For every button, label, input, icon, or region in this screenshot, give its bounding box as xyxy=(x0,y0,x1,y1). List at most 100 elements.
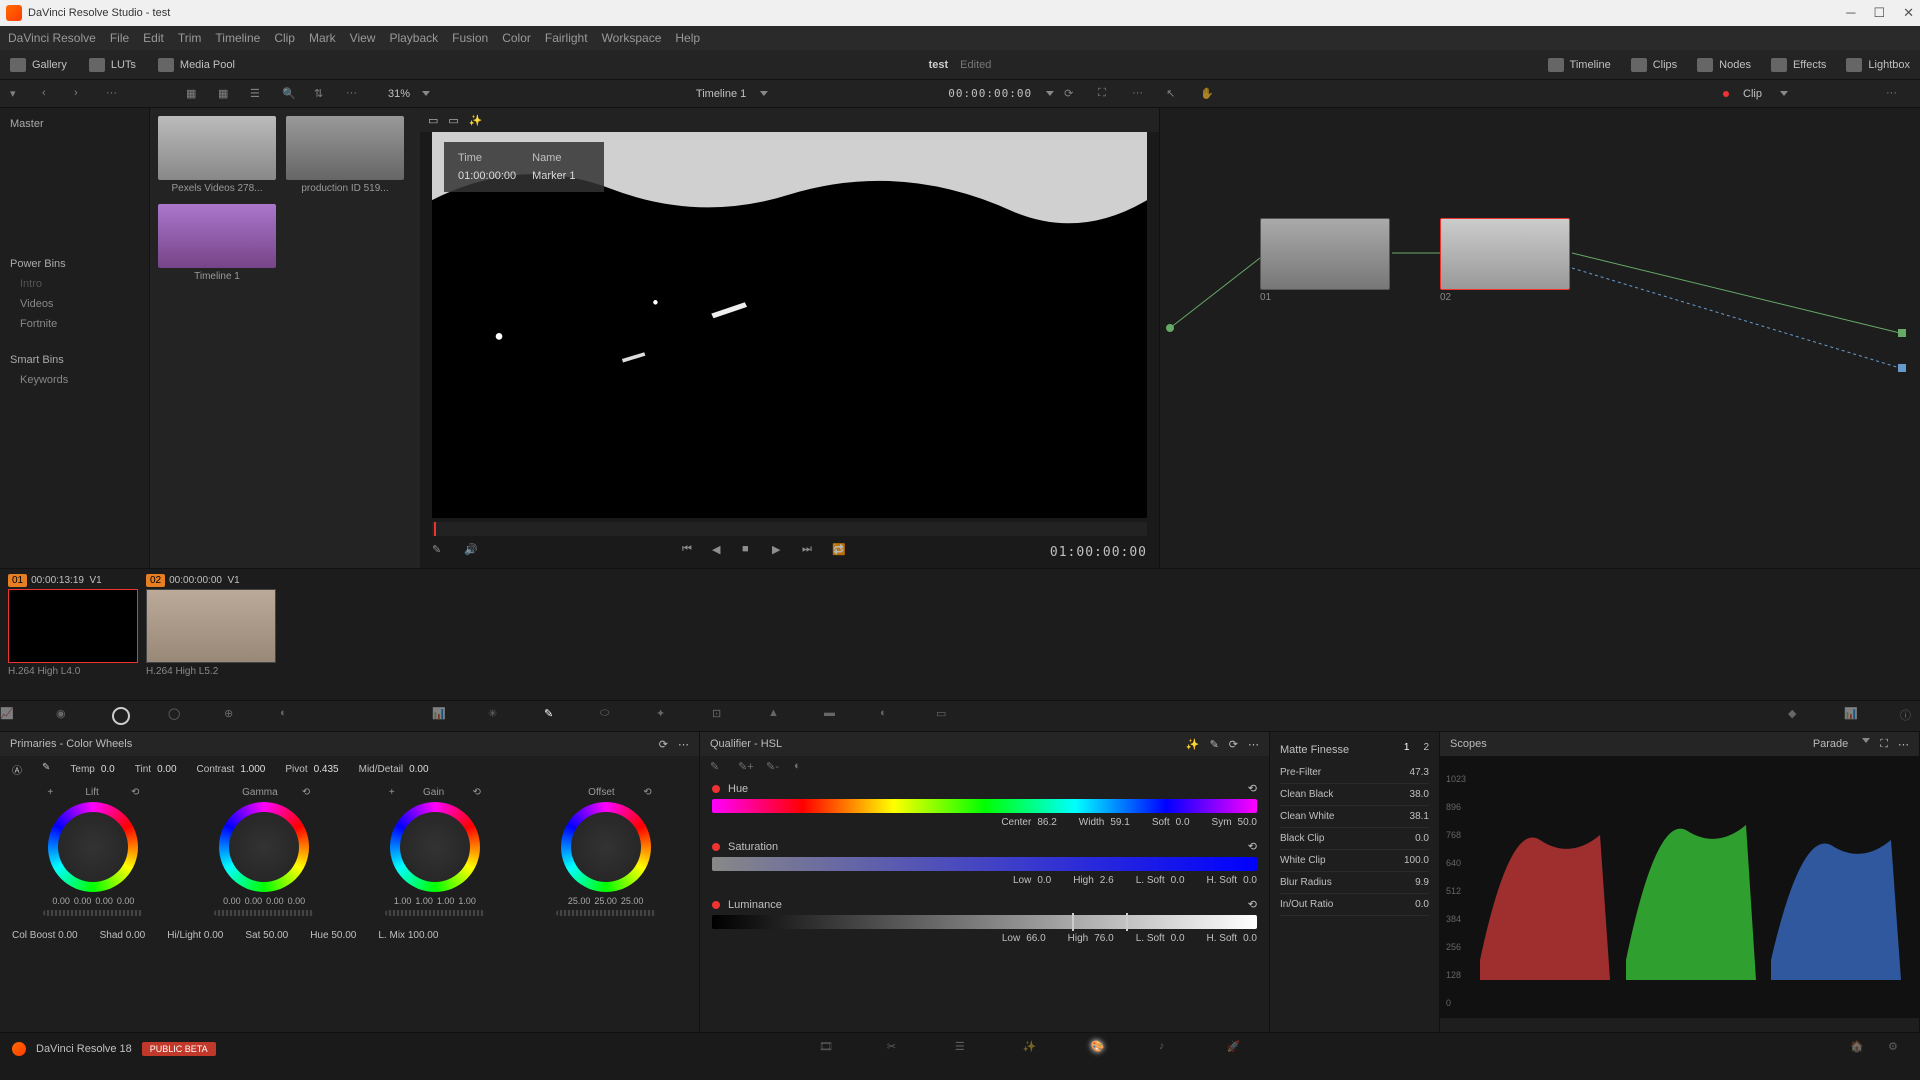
clip-strip-item[interactable]: 0200:00:00:00 V1 H.264 High L5.2 xyxy=(146,575,276,694)
settings-icon[interactable]: ⚙ xyxy=(1888,1040,1908,1058)
first-frame-icon[interactable]: ⏮ xyxy=(682,543,700,561)
wheel-icon[interactable]: ◉ xyxy=(56,707,76,725)
tool-icon[interactable]: ▲ xyxy=(768,707,788,725)
lightbox-button[interactable]: Lightbox xyxy=(1846,58,1910,72)
play-icon[interactable]: ▶ xyxy=(772,543,790,561)
reset-icon[interactable]: ⟳ xyxy=(1229,738,1238,751)
lift-wheel[interactable]: +Lift⟲ 0.000.000.000.00 xyxy=(43,787,143,920)
menu-item[interactable]: Timeline xyxy=(215,31,260,45)
keyframe-icon[interactable]: ◆ xyxy=(1788,707,1808,725)
last-frame-icon[interactable]: ⏭ xyxy=(802,543,820,561)
matte-row[interactable]: Clean White38.1 xyxy=(1280,806,1429,828)
auto-icon[interactable]: Ⓐ xyxy=(12,762,22,777)
matte-row[interactable]: White Clip100.0 xyxy=(1280,850,1429,872)
speaker-icon[interactable]: 🔊 xyxy=(464,543,482,561)
menu-item[interactable]: File xyxy=(110,31,129,45)
effects-button[interactable]: Effects xyxy=(1771,58,1826,72)
sidebar-item-fortnite[interactable]: Fortnite xyxy=(0,314,149,334)
luts-button[interactable]: LUTs xyxy=(89,58,136,72)
viewer-mode-icon[interactable]: ▭ xyxy=(428,114,438,127)
prev-icon[interactable]: ‹ xyxy=(42,87,58,101)
invert-icon[interactable]: ◐ xyxy=(794,760,810,774)
media-page-icon[interactable]: 🎞 xyxy=(819,1040,839,1058)
node-editor[interactable]: 01 02 xyxy=(1160,108,1920,568)
menu-item[interactable]: Playback xyxy=(389,31,438,45)
thumb-view-icon[interactable]: ▦ xyxy=(186,87,202,101)
matte-row[interactable]: In/Out Ratio0.0 xyxy=(1280,894,1429,916)
timeline-button[interactable]: Timeline xyxy=(1548,58,1611,72)
maximize-icon[interactable]: ☐ xyxy=(1873,5,1885,21)
close-icon[interactable]: ✕ xyxy=(1903,5,1914,21)
clip-strip-item[interactable]: 0100:00:13:19 V1 H.264 High L4.0 xyxy=(8,575,138,694)
deliver-page-icon[interactable]: 🚀 xyxy=(1227,1040,1247,1058)
timecode[interactable]: 00:00:00:00 xyxy=(948,87,1032,100)
tracker-icon[interactable]: ⊕ xyxy=(224,707,244,725)
matte-row[interactable]: Pre-Filter47.3 xyxy=(1280,762,1429,784)
tool-icon[interactable]: ◐ xyxy=(880,707,900,725)
playhead[interactable] xyxy=(434,522,436,536)
eyedropper-tool-icon[interactable]: ✎ xyxy=(544,707,564,725)
viewer-mode-icon[interactable]: ▭ xyxy=(448,114,458,127)
color-page-icon[interactable]: 🎨 xyxy=(1091,1040,1111,1058)
shape-icon[interactable]: ⬭ xyxy=(600,707,620,725)
windows-icon[interactable]: ◯ xyxy=(168,707,188,725)
picker-sub-icon[interactable]: ✎- xyxy=(766,760,782,774)
expand-icon[interactable]: ⛶ xyxy=(1098,87,1114,101)
menu-item[interactable]: Clip xyxy=(274,31,295,45)
loop-icon[interactable]: ⟳ xyxy=(1064,87,1080,101)
reset-icon[interactable]: ⟲ xyxy=(1248,840,1257,853)
matte-row[interactable]: Clean Black38.0 xyxy=(1280,784,1429,806)
stop-icon[interactable]: ■ xyxy=(742,543,760,561)
matte-row[interactable]: Blur Radius9.9 xyxy=(1280,872,1429,894)
grid-view-icon[interactable]: ▦ xyxy=(218,87,234,101)
sidebar-item-keywords[interactable]: Keywords xyxy=(0,370,149,390)
tool-icon[interactable]: ⊡ xyxy=(712,707,732,725)
curves-icon[interactable]: 📈 xyxy=(0,707,20,725)
pool-clip[interactable]: production ID 519... xyxy=(286,116,404,194)
menu-item[interactable]: Fairlight xyxy=(545,31,588,45)
home-icon[interactable]: 🏠 xyxy=(1850,1040,1870,1058)
hue-bar[interactable] xyxy=(712,799,1257,813)
matte-tab-1[interactable]: 1 xyxy=(1404,742,1410,753)
pool-clip[interactable]: Pexels Videos 278... xyxy=(158,116,276,194)
info-icon[interactable]: ⓘ xyxy=(1900,707,1920,725)
viewer-canvas[interactable]: TimeName 01:00:00:00Marker 1 xyxy=(432,132,1147,518)
list-view-icon[interactable]: ☰ xyxy=(250,87,266,101)
reset-icon[interactable]: ⟲ xyxy=(1248,782,1257,795)
clips-button[interactable]: Clips xyxy=(1631,58,1677,72)
cut-page-icon[interactable]: ✂ xyxy=(887,1040,907,1058)
hand-icon[interactable]: ✋ xyxy=(1200,87,1216,101)
options-icon[interactable]: ··· xyxy=(1886,87,1902,101)
saturation-bar[interactable] xyxy=(712,857,1257,871)
menu-item[interactable]: Color xyxy=(502,31,531,45)
gamma-wheel[interactable]: Gamma⟲ 0.000.000.000.00 xyxy=(214,787,314,920)
wand-icon[interactable]: ✨ xyxy=(1186,738,1200,751)
edit-page-icon[interactable]: ☰ xyxy=(955,1040,975,1058)
options-icon[interactable]: ··· xyxy=(346,87,362,101)
options-icon[interactable]: ⋯ xyxy=(1898,738,1909,751)
picker-icon[interactable]: ✎ xyxy=(42,762,50,777)
zoom-level[interactable]: 31% xyxy=(388,88,410,100)
fusion-page-icon[interactable]: ✨ xyxy=(1023,1040,1043,1058)
master-bin[interactable]: Master xyxy=(0,114,149,134)
matte-tab-2[interactable]: 2 xyxy=(1423,742,1429,753)
menu-item[interactable]: Mark xyxy=(309,31,336,45)
menu-item[interactable]: Fusion xyxy=(452,31,488,45)
picker-add-icon[interactable]: ✎+ xyxy=(738,760,754,774)
tool-icon[interactable]: ✦ xyxy=(656,707,676,725)
next-icon[interactable]: › xyxy=(74,87,90,101)
options-icon[interactable]: ⋯ xyxy=(678,738,689,751)
minimize-icon[interactable]: ─ xyxy=(1846,5,1855,21)
sidebar-item-videos[interactable]: Videos xyxy=(0,294,149,314)
tool-icon[interactable]: ▭ xyxy=(936,707,956,725)
pool-clip[interactable]: Timeline 1 xyxy=(158,204,276,282)
tint-value[interactable]: 0.00 xyxy=(157,764,176,775)
menu-item[interactable]: Workspace xyxy=(602,31,662,45)
scrubber[interactable] xyxy=(432,522,1147,536)
tool-icon[interactable]: ✳ xyxy=(488,707,508,725)
pivot-value[interactable]: 0.435 xyxy=(314,764,339,775)
offset-wheel[interactable]: Offset⟲ 25.0025.0025.00 xyxy=(556,787,656,920)
menu-item[interactable]: View xyxy=(350,31,376,45)
tool-icon[interactable]: 📊 xyxy=(432,707,452,725)
qualifier-icon[interactable] xyxy=(112,707,132,725)
